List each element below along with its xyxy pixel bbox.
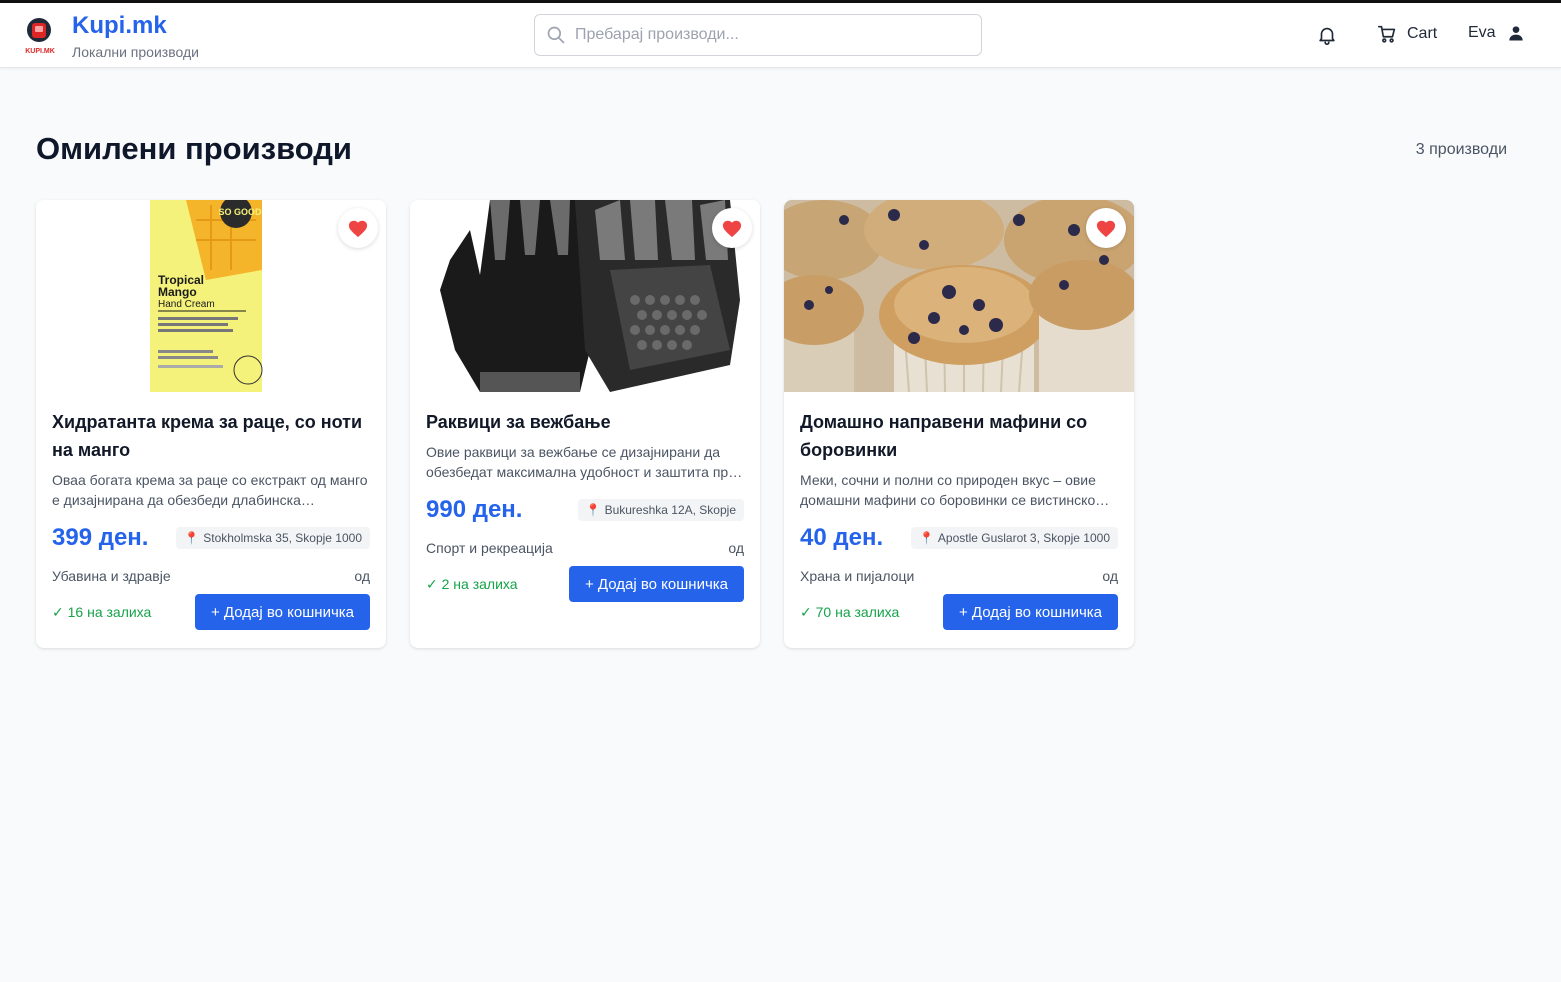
notifications-button[interactable] — [1316, 24, 1338, 51]
search-box[interactable] — [534, 14, 982, 56]
favorite-button[interactable] — [1086, 208, 1126, 248]
product-image[interactable]: SO GOOD Tropical Mango Hand Cream — [36, 200, 386, 392]
image-line2: Mango — [158, 285, 197, 299]
heart-icon — [722, 220, 742, 238]
brand-name[interactable]: Kupi.mk — [72, 12, 167, 40]
product-category: Убавина и здравје — [52, 568, 171, 584]
add-to-cart-button[interactable]: + Додај во кошничка — [943, 594, 1118, 630]
pin-icon: 📍 — [184, 531, 200, 545]
location-badge: 📍 Stokholmska 35, Skopje 1000 — [176, 527, 370, 549]
add-to-cart-button[interactable]: + Додај во кошничка — [569, 566, 744, 602]
product-card[interactable]: SO GOOD Tropical Mango Hand Cream Хидрат… — [36, 200, 386, 648]
bell-icon — [1319, 27, 1335, 45]
product-name[interactable]: Раквици за вежбање — [426, 408, 744, 436]
cart-label: Cart — [1407, 25, 1438, 42]
logo-text: KUPI.MK — [25, 48, 55, 55]
stock-status: ✓ 70 на залиха — [800, 603, 900, 620]
cart-button[interactable]: Cart — [1376, 23, 1437, 45]
app-header: KUPI.MK Kupi.mk Локални производи Cart E… — [0, 3, 1561, 68]
product-category: Спорт и рекреација — [426, 540, 553, 556]
seller-prefix: од — [728, 540, 744, 556]
stock-status: ✓ 16 на залиха — [52, 603, 152, 620]
user-icon — [1508, 26, 1523, 41]
page-title: Омилени производи — [36, 131, 352, 166]
seller-prefix: од — [354, 568, 370, 584]
product-description: Оваа богата крема за раце со екстракт од… — [52, 472, 368, 508]
pin-icon: 📍 — [918, 531, 934, 545]
location-badge: 📍 Bukureshka 12A, Skopje — [577, 499, 744, 521]
search-input[interactable] — [575, 15, 975, 55]
heart-icon — [348, 220, 368, 238]
product-name[interactable]: Домашно направени мафини со боровинки — [800, 408, 1118, 464]
product-category: Храна и пијалоци — [800, 568, 915, 584]
seller-prefix: од — [1102, 568, 1118, 584]
product-price: 40 ден. — [800, 524, 884, 551]
product-card[interactable]: Домашно направени мафини со боровинки Ме… — [784, 200, 1134, 648]
pin-icon: 📍 — [585, 503, 601, 517]
heart-icon — [1096, 220, 1116, 238]
favorite-button[interactable] — [338, 208, 378, 248]
image-line3: Hand Cream — [158, 299, 215, 310]
favorites-count: 3 производи — [1415, 141, 1507, 158]
user-menu[interactable]: Eva — [1468, 23, 1526, 43]
image-badge: SO GOOD — [218, 207, 262, 217]
product-image[interactable] — [410, 200, 760, 392]
product-price: 399 ден. — [52, 524, 149, 551]
product-card[interactable]: Раквици за вежбање Овие раквици за вежба… — [410, 200, 760, 648]
brand-tagline: Локални производи — [72, 44, 199, 60]
add-to-cart-button[interactable]: + Додај во кошничка — [195, 594, 370, 630]
location-text: Bukureshka 12A, Skopje — [604, 503, 736, 517]
location-text: Apostle Guslarot 3, Skopje 1000 — [937, 531, 1110, 545]
product-description: Овие раквици за вежбање се дизајнирани д… — [426, 444, 737, 480]
user-name: Eva — [1468, 24, 1496, 41]
location-badge: 📍 Apostle Guslarot 3, Skopje 1000 — [910, 527, 1118, 549]
logo[interactable]: KUPI.MK — [18, 15, 62, 55]
product-name[interactable]: Хидратанта крема за раце, со ноти на ман… — [52, 408, 370, 464]
cart-icon — [1377, 25, 1396, 43]
stock-status: ✓ 2 на залиха — [426, 575, 518, 592]
product-image[interactable] — [784, 200, 1134, 392]
product-price: 990 ден. — [426, 496, 523, 523]
search-icon — [547, 26, 565, 44]
location-text: Stokholmska 35, Skopje 1000 — [203, 531, 362, 545]
favorite-button[interactable] — [712, 208, 752, 248]
product-description: Меки, сочни и полни со природен вкус – о… — [800, 472, 1096, 508]
